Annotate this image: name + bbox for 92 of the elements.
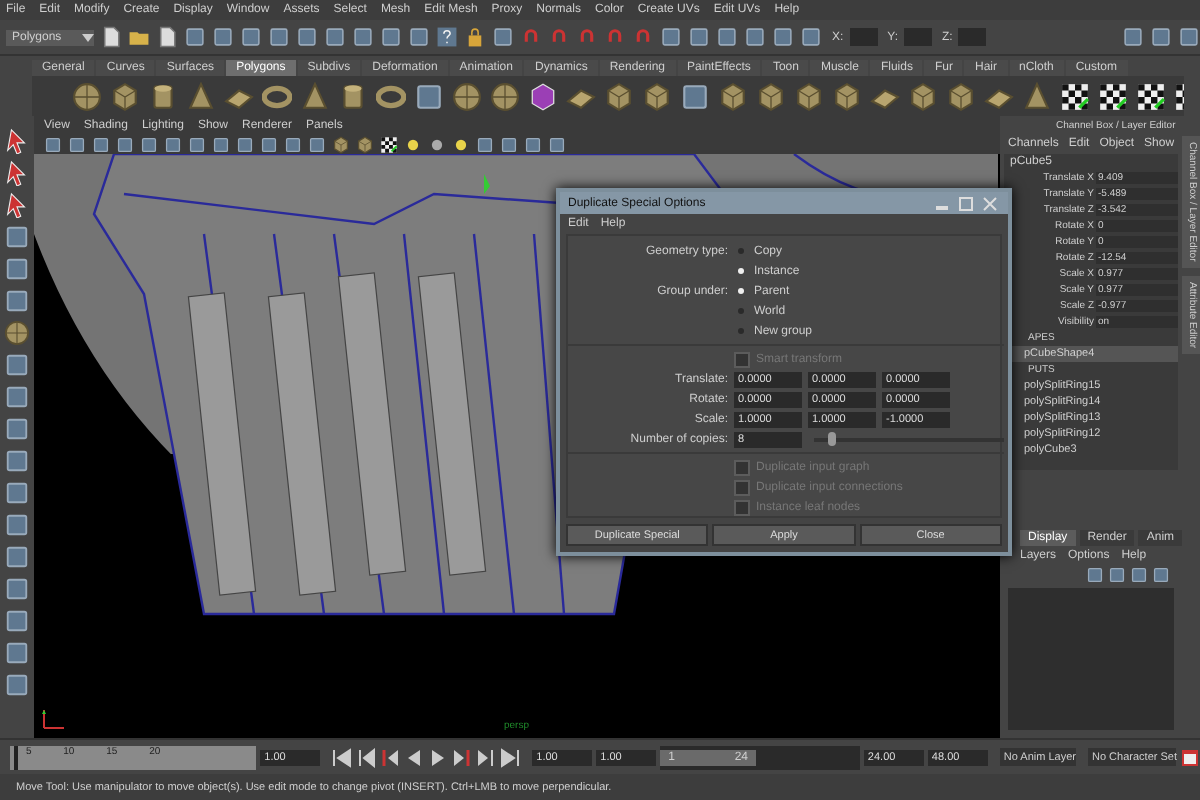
- tool-icon[interactable]: [660, 26, 682, 48]
- arrow-icon[interactable]: [4, 192, 30, 218]
- checker-icon[interactable]: [1098, 81, 1128, 111]
- tool-icon[interactable]: [688, 26, 710, 48]
- go-to-end-icon[interactable]: [500, 747, 521, 767]
- tool-icon[interactable]: [4, 352, 30, 378]
- tool-icon[interactable]: [716, 26, 738, 48]
- sphere-icon[interactable]: [72, 81, 102, 111]
- tool-icon[interactable]: [4, 608, 30, 634]
- hexagon-icon[interactable]: [528, 81, 558, 111]
- tool-icon[interactable]: [4, 672, 30, 698]
- go-to-start-icon[interactable]: [332, 747, 353, 767]
- tool-icon[interactable]: [240, 26, 262, 48]
- maximize-icon[interactable]: [956, 195, 976, 211]
- tool-icon[interactable]: [492, 26, 514, 48]
- step-back-key-icon[interactable]: [380, 747, 401, 767]
- sphere-icon[interactable]: [452, 81, 482, 111]
- tool-icon[interactable]: [324, 26, 346, 48]
- tool-icon[interactable]: [1150, 26, 1172, 48]
- tool-icon[interactable]: [414, 81, 444, 111]
- torus-icon[interactable]: [376, 81, 406, 111]
- cylinder-icon[interactable]: [338, 81, 368, 111]
- radio-button[interactable]: [738, 288, 744, 294]
- step-back-key-icon[interactable]: [356, 747, 377, 767]
- tool-icon[interactable]: [4, 288, 30, 314]
- coordinate-field[interactable]: [904, 28, 933, 46]
- cube-icon[interactable]: [604, 81, 634, 111]
- step-forward-key-icon[interactable]: [452, 747, 473, 767]
- tool-icon[interactable]: [212, 26, 234, 48]
- tool-icon[interactable]: [4, 416, 30, 442]
- tool-icon[interactable]: [4, 256, 30, 282]
- cube-icon[interactable]: [756, 81, 786, 111]
- tool-icon[interactable]: [4, 384, 30, 410]
- calendar-icon[interactable]: [1180, 747, 1200, 767]
- tool-icon[interactable]: [352, 26, 374, 48]
- cone-icon[interactable]: [1022, 81, 1052, 111]
- play-backward-icon[interactable]: [404, 747, 425, 767]
- axis-icon: [40, 704, 68, 732]
- cube-icon[interactable]: [356, 135, 374, 153]
- arrow-icon[interactable]: [4, 160, 30, 186]
- cube-icon[interactable]: [908, 81, 938, 111]
- arrow-icon[interactable]: [4, 128, 30, 154]
- tool-icon[interactable]: [296, 26, 318, 48]
- sphere-icon[interactable]: [490, 81, 520, 111]
- folder-icon[interactable]: [128, 26, 150, 48]
- tool-icon[interactable]: [1178, 26, 1200, 48]
- tool-icon[interactable]: [680, 81, 710, 111]
- sphere-icon[interactable]: [4, 320, 30, 346]
- slider-thumb[interactable]: [827, 431, 836, 445]
- close-icon[interactable]: [980, 195, 1000, 211]
- cube-icon[interactable]: [332, 135, 350, 153]
- checker-icon[interactable]: [380, 135, 398, 153]
- tool-icon[interactable]: [772, 26, 794, 48]
- tool-icon[interactable]: [4, 576, 30, 602]
- tool-icon[interactable]: [1122, 26, 1144, 48]
- cylinder-icon[interactable]: [148, 81, 178, 111]
- question-icon[interactable]: [436, 26, 458, 48]
- checker-icon[interactable]: [1060, 81, 1090, 111]
- cone-icon[interactable]: [186, 81, 216, 111]
- caret-icon: [81, 33, 94, 41]
- tool-icon[interactable]: [4, 448, 30, 474]
- sphere-icon[interactable]: [428, 135, 446, 153]
- coordinate-field[interactable]: [849, 28, 878, 46]
- tool-icon[interactable]: [4, 224, 30, 250]
- torus-icon[interactable]: [262, 81, 292, 111]
- tool-icon[interactable]: [4, 640, 30, 666]
- cone-icon[interactable]: [300, 81, 330, 111]
- tool-icon[interactable]: [184, 26, 206, 48]
- tool-icon[interactable]: [4, 512, 30, 538]
- cube-icon[interactable]: [832, 81, 862, 111]
- light-bulb-icon[interactable]: [404, 135, 422, 153]
- tool-icon[interactable]: [380, 26, 402, 48]
- tool-icon[interactable]: [408, 26, 430, 48]
- radio-button[interactable]: [738, 268, 744, 274]
- cube-icon[interactable]: [642, 81, 672, 111]
- tool-icon[interactable]: [268, 26, 290, 48]
- light-bulb-icon[interactable]: [452, 135, 470, 153]
- step-forward-icon[interactable]: [476, 747, 497, 767]
- tool-icon[interactable]: [800, 26, 822, 48]
- cube-icon[interactable]: [946, 81, 976, 111]
- checker-icon[interactable]: [1136, 81, 1166, 111]
- play-icon[interactable]: [428, 747, 449, 767]
- file-icon[interactable]: [100, 26, 122, 48]
- tool-icon[interactable]: [744, 26, 766, 48]
- cube-icon[interactable]: [110, 81, 140, 111]
- tool-icon[interactable]: [4, 480, 30, 506]
- file-icon[interactable]: [156, 26, 178, 48]
- tool-icon[interactable]: [4, 544, 30, 570]
- lock-icon[interactable]: [464, 26, 486, 48]
- cube-icon[interactable]: [718, 81, 748, 111]
- cube-icon[interactable]: [794, 81, 824, 111]
- coordinate-field[interactable]: [958, 28, 987, 46]
